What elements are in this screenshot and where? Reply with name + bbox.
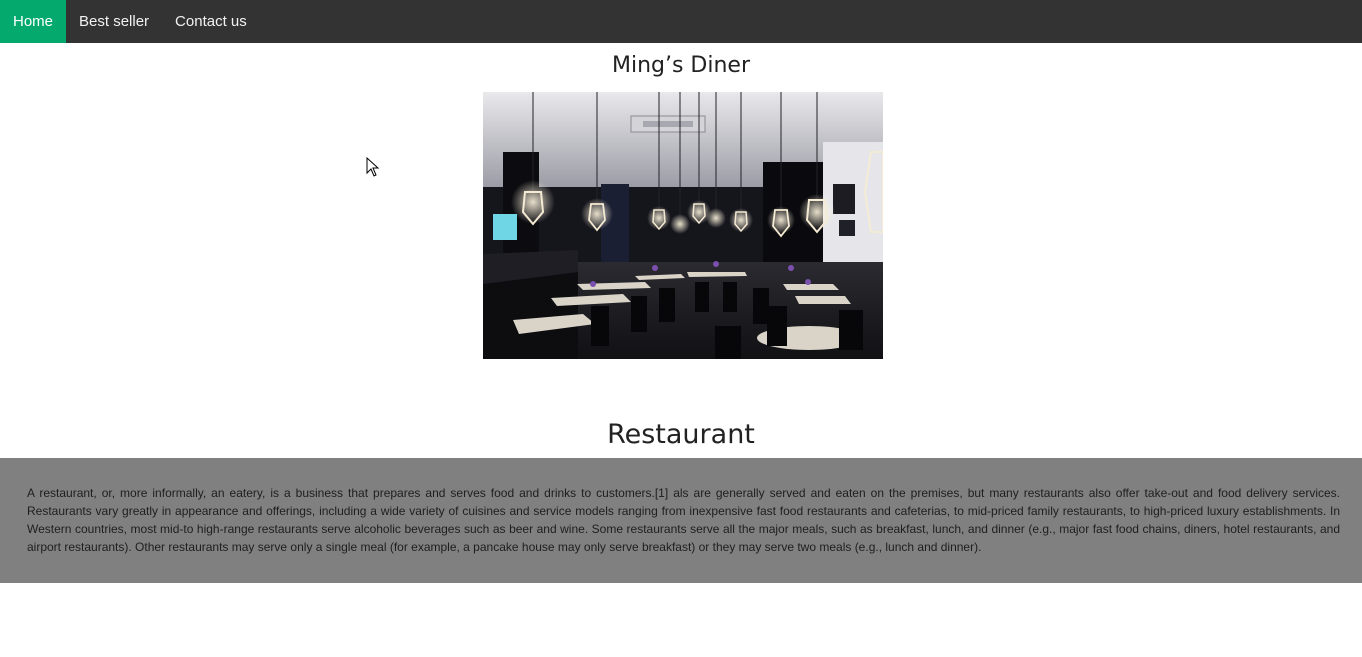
description-text: A restaurant, or, more informally, an ea… bbox=[27, 486, 1340, 554]
restaurant-interior-illustration bbox=[483, 92, 883, 359]
description-band: A restaurant, or, more informally, an ea… bbox=[0, 458, 1362, 583]
site-title: Ming’s Diner bbox=[611, 53, 751, 78]
nav-contact-us-link[interactable]: Contact us bbox=[162, 0, 260, 43]
nav-home-link[interactable]: Home bbox=[0, 0, 67, 43]
nav-best-seller-link[interactable]: Best seller bbox=[66, 0, 162, 43]
restaurant-interior-image bbox=[483, 92, 883, 359]
mouse-cursor-icon bbox=[366, 157, 380, 177]
top-nav-bar: Home Best seller Contact us bbox=[0, 0, 1362, 43]
section-title: Restaurant bbox=[607, 419, 755, 450]
